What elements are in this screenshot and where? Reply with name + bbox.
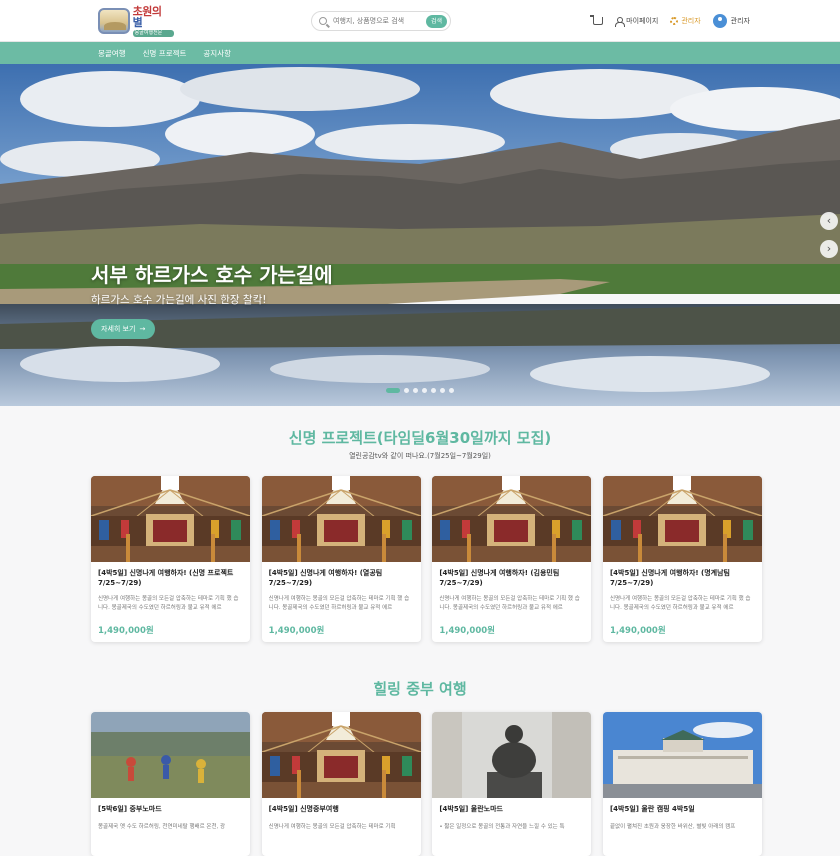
product-card[interactable]: [5박6일] 중부노마드 몽골제국 옛 수도 하르허링, 천연미네랄 행배르 온…: [91, 712, 250, 856]
card-image: [91, 476, 250, 562]
hero-title: 서부 하르가스 호수 가는길에: [91, 263, 333, 287]
logo-emblem-icon: [98, 8, 130, 34]
card-price: 1,490,000원: [609, 626, 666, 636]
section-title-shinmyeong: 신명 프로젝트(타임딜6월30일까지 모집): [288, 429, 552, 447]
carousel-dot[interactable]: [386, 388, 400, 393]
card-image: [432, 476, 592, 562]
carousel-dot[interactable]: [422, 388, 427, 393]
arrow-right-icon: →: [139, 325, 146, 333]
card-description: 신명나게 여행하는 몽골의 모든걸 압축하는 테마로 기획 했 습니다. 몽골제…: [439, 596, 580, 611]
carousel-dot[interactable]: [449, 388, 454, 393]
card-description: 끝없이 펼쳐진 초원과 웅장한 바위산, 별빛 아래의 캠프: [609, 824, 736, 830]
section-subtitle-shinmyeong: 열린공감tv와 같이 떠나요.(7월25일~7월29일): [349, 452, 491, 460]
hero-subtitle: 하르가스 호수 가는길에 사진 한장 찰칵!: [91, 294, 267, 306]
carousel-dot[interactable]: [431, 388, 436, 393]
user-name: 관리자: [730, 17, 750, 25]
avatar: [712, 14, 727, 28]
header-actions: 마이페이지 관리자 관리자: [581, 13, 750, 29]
nav-item-mongolia-travel[interactable]: 몽골여행: [98, 48, 126, 59]
product-card[interactable]: [4박5일] 울란 캠핑 4박5일 끝없이 펼쳐진 초원과 웅장한 바위산, 별…: [602, 712, 762, 856]
mypage-label: 마이페이지: [626, 17, 659, 25]
nav-item-notice[interactable]: 공지사항: [203, 48, 231, 59]
card-image: [261, 476, 421, 562]
hero-detail-button-label: 자세히 보기: [101, 325, 136, 333]
logo-subtitle: 몽골여행전문: [132, 29, 174, 37]
carousel-prev-button[interactable]: ‹: [820, 212, 838, 230]
card-title: [4박5일] 신명나게 여행하자! (김용민팀 7/25~7/29): [439, 569, 560, 587]
card-image: [91, 712, 250, 798]
user-menu[interactable]: 관리자: [712, 14, 750, 28]
cart-icon: [590, 15, 604, 25]
admin-label: 관리자: [681, 17, 701, 25]
shinmyeong-card-list: [4박5일] 신명나게 여행하자! (신명 프로젝트 7/25~7/29) 신명…: [91, 476, 762, 642]
carousel-dot[interactable]: [413, 388, 418, 393]
mypage-link[interactable]: 마이페이지: [615, 16, 659, 27]
admin-link[interactable]: 관리자: [670, 16, 701, 26]
logo-title: 초원의 별: [132, 4, 162, 29]
carousel-next-button[interactable]: ›: [820, 240, 838, 258]
card-title: [4박5일] 신명나게 여행하자! (명계남팀 7/25~7/29): [609, 569, 730, 587]
product-card[interactable]: [4박5일] 신명나게 여행하자! (김용민팀 7/25~7/29) 신명나게 …: [432, 476, 592, 642]
cart-button[interactable]: [590, 15, 604, 25]
card-price: 1,490,000원: [439, 626, 495, 636]
gear-icon: [670, 17, 679, 25]
search-bar: 검색: [311, 11, 451, 31]
card-image: [432, 712, 592, 798]
card-title: [5박6일] 중부노마드: [98, 805, 162, 813]
product-card[interactable]: [4박5일] 신명나게 여행하자! (열공팀 7/25~7/29) 신명나게 여…: [261, 476, 421, 642]
user-icon: [615, 16, 626, 27]
card-image: [602, 712, 762, 798]
card-description: 몽골제국 옛 수도 하르허링, 천연미네랄 행배르 온천, 광: [98, 824, 226, 830]
card-description: 신명나게 여행하는 몽골의 모든걸 압축하는 테마로 기획 했 습니다. 몽골제…: [609, 596, 751, 611]
search-icon: [319, 17, 327, 25]
carousel-dots: [386, 388, 458, 393]
logo-text: 초원의 별 몽골여행전문: [132, 4, 174, 37]
search-input[interactable]: [333, 17, 426, 25]
carousel-dot[interactable]: [440, 388, 445, 393]
card-title: [4박5일] 신명중부여행: [268, 805, 339, 813]
nav-item-shinmyeong-project[interactable]: 신명 프로젝트: [143, 48, 187, 59]
search-button[interactable]: 검색: [425, 14, 447, 28]
product-card[interactable]: [4박5일] 신명나게 여행하자! (신명 프로젝트 7/25~7/29) 신명…: [91, 476, 250, 642]
card-title: [4박5일] 신명나게 여행하자! (신명 프로젝트 7/25~7/29): [98, 569, 234, 587]
product-card[interactable]: [4박5일] 울란노마드 • 짧은 일정으로 몽골의 전통과 자연을 느낄 수 …: [432, 712, 592, 856]
card-price: 1,490,000원: [98, 626, 154, 636]
card-description: 신명나게 여행하는 몽골의 모든걸 압축하는 테마로 기획 했 습니다. 몽골제…: [268, 596, 410, 611]
card-description: 신명나게 여행하는 몽골의 모든걸 압축하는 테마로 기획 했 습니다. 몽골제…: [98, 596, 239, 611]
main-nav: 몽골여행 신명 프로젝트 공지사항: [0, 42, 840, 64]
hero-detail-button[interactable]: 자세히 보기 →: [91, 319, 156, 339]
healing-card-list: [5박6일] 중부노마드 몽골제국 옛 수도 하르허링, 천연미네랄 행배르 온…: [91, 712, 762, 856]
section-title-healing: 힐링 중부 여행: [373, 680, 467, 698]
hero-carousel: 서부 하르가스 호수 가는길에 하르가스 호수 가는길에 사진 한장 찰칵! 자…: [0, 64, 840, 406]
carousel-dot[interactable]: [404, 388, 409, 393]
product-card[interactable]: [4박5일] 신명중부여행 신명나게 여행하는 몽골의 모든걸 압축하는 테마로…: [261, 712, 421, 856]
site-header: 초원의 별 몽골여행전문 검색 마이페이지 관리자 관리자: [0, 0, 840, 42]
card-title: [4박5일] 신명나게 여행하자! (열공팀 7/25~7/29): [268, 569, 383, 587]
card-description: 신명나게 여행하는 몽골의 모든걸 압축하는 테마로 기획: [268, 824, 396, 830]
card-title: [4박5일] 울란 캠핑 4박5일: [609, 805, 695, 813]
product-card[interactable]: [4박5일] 신명나게 여행하자! (명계남팀 7/25~7/29) 신명나게 …: [602, 476, 762, 642]
card-title: [4박5일] 울란노마드: [439, 805, 503, 813]
card-image: [602, 476, 762, 562]
card-image: [261, 712, 421, 798]
card-description: • 짧은 일정으로 몽골의 전통과 자연을 느낄 수 있는 특: [439, 824, 565, 830]
site-logo[interactable]: 초원의 별 몽골여행전문: [98, 4, 174, 37]
card-price: 1,490,000원: [268, 626, 325, 636]
hero-landscape-image: [0, 64, 840, 406]
